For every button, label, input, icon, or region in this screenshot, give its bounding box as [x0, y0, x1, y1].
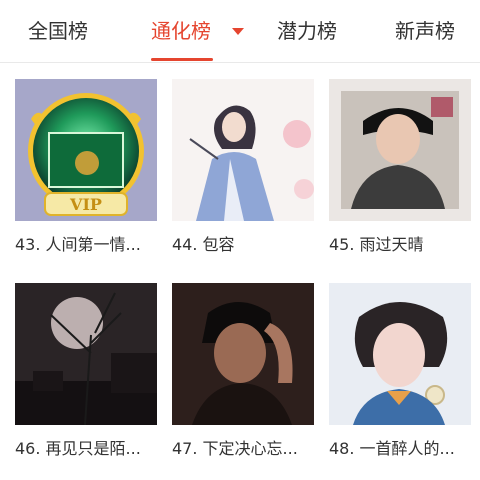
active-tab-indicator: [151, 58, 213, 61]
cover-image: [329, 283, 471, 425]
song-title: 44. 包容: [172, 235, 235, 254]
tab-national[interactable]: 全国榜: [28, 16, 88, 46]
vip-badge: VIP: [69, 195, 102, 214]
tab-potential[interactable]: 潜力榜: [277, 16, 337, 46]
song-title: 46. 再见只是陌...: [15, 439, 141, 458]
ranking-tab-bar: 全国榜 通化榜 潜力榜 新声榜: [0, 0, 480, 63]
song-title: 47. 下定决心忘...: [172, 439, 298, 458]
cover-image: VIP: [15, 79, 157, 221]
song-title: 43. 人间第一情...: [15, 235, 141, 254]
cover-image: [329, 79, 471, 221]
cover-image: [172, 79, 314, 221]
tab-tonghua[interactable]: 通化榜: [151, 16, 211, 46]
tab-new-voice[interactable]: 新声榜: [395, 16, 455, 46]
caret-down-icon[interactable]: [232, 28, 244, 35]
cover-image: [15, 283, 157, 425]
cover-image: [172, 283, 314, 425]
song-title: 45. 雨过天晴: [329, 235, 424, 254]
song-title: 48. 一首醉人的...: [329, 439, 455, 458]
